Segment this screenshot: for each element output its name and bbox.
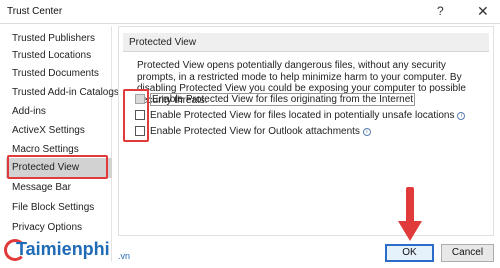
sidebar-item-privacy-options[interactable]: Privacy Options <box>6 218 112 238</box>
option-label: Enable Protected View for Outlook attach… <box>150 126 360 137</box>
red-arrow-icon <box>398 187 422 241</box>
cancel-button[interactable]: Cancel <box>441 244 494 262</box>
sidebar-item-trusted-add-in-catalogs[interactable]: Trusted Add-in Catalogs <box>6 83 119 103</box>
watermark-suffix: .vn <box>118 251 131 261</box>
sidebar-item-file-block-settings[interactable]: File Block Settings <box>6 198 112 218</box>
sidebar-item-message-bar[interactable]: Message Bar <box>6 178 112 198</box>
option-label: Enable Protected View for files originat… <box>150 93 416 106</box>
title-bar: Trust Center ? ✕ <box>0 0 500 24</box>
info-icon: i <box>457 112 466 120</box>
sidebar-item-trusted-documents[interactable]: Trusted Documents <box>6 64 112 84</box>
window-title: Trust Center <box>7 6 63 17</box>
option-label: Enable Protected View for files located … <box>150 110 455 121</box>
protected-view-panel: Protected View Protected View opens pote… <box>118 26 494 236</box>
section-header: Protected View <box>123 33 489 52</box>
highlight-box <box>7 155 108 179</box>
option-outlook-attachments[interactable]: Enable Protected View for Outlook attach… <box>135 125 371 139</box>
sidebar-item-trusted-locations[interactable]: Trusted Locations <box>6 46 112 66</box>
option-unsafe-locations[interactable]: Enable Protected View for files located … <box>135 109 466 123</box>
sidebar-item-activex-settings[interactable]: ActiveX Settings <box>6 121 112 141</box>
checkbox-highlight-box <box>123 89 149 142</box>
sidebar: Trusted Publishers Trusted Locations Tru… <box>6 26 119 262</box>
help-icon[interactable]: ? <box>437 4 444 18</box>
ok-button[interactable]: OK <box>385 244 434 262</box>
close-icon[interactable]: ✕ <box>477 3 489 20</box>
option-internet-files[interactable]: Enable Protected View for files originat… <box>135 93 416 107</box>
info-icon: i <box>362 128 371 136</box>
sidebar-item-add-ins[interactable]: Add-ins <box>6 102 112 122</box>
watermark-text: Taimienphi <box>16 239 110 259</box>
